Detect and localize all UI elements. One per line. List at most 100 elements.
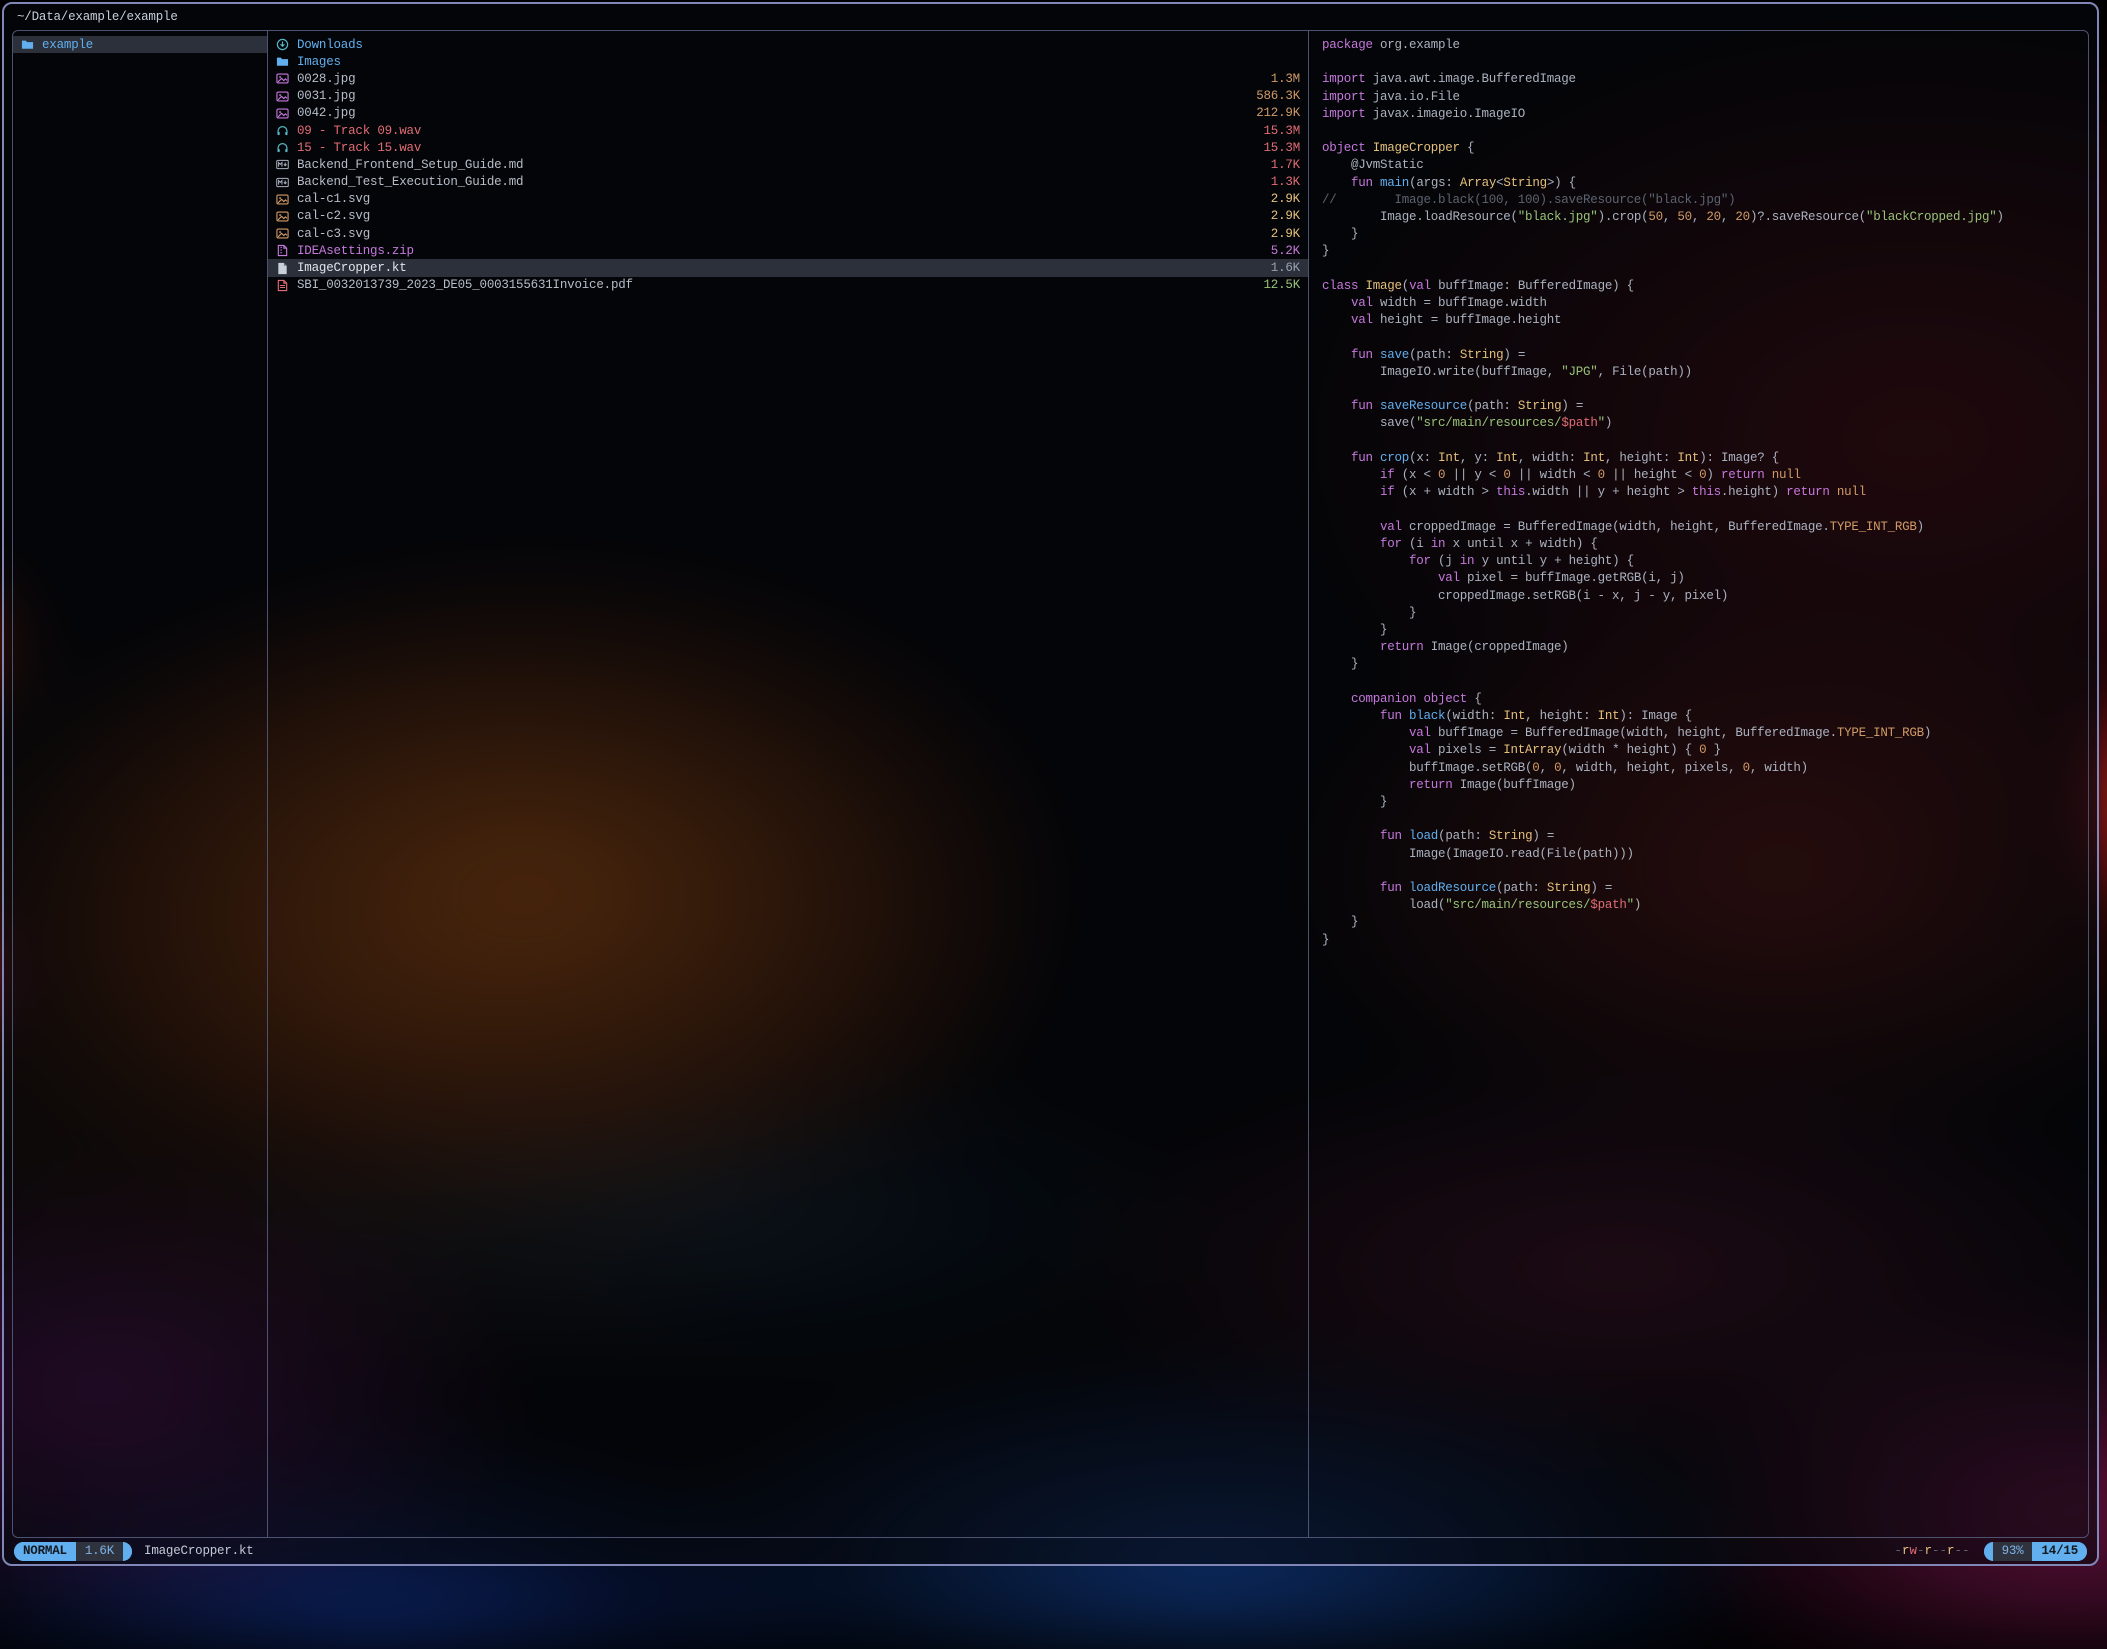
cursor-position-badge: 14/15 <box>2032 1542 2087 1561</box>
file-size: 1.3M <box>1271 72 1300 86</box>
code-line: val width = buffImage.width <box>1322 295 2075 312</box>
file-name: 15 - Track 15.wav <box>297 141 1255 155</box>
file-name: 0031.jpg <box>297 89 1248 103</box>
file-row[interactable]: 0042.jpg212.9K <box>268 105 1308 122</box>
code-line: Image.loadResource("black.jpg").crop(50,… <box>1322 209 2075 226</box>
file-name: Backend_Test_Execution_Guide.md <box>297 175 1263 189</box>
code-line: fun black(width: Int, height: Int): Imag… <box>1322 708 2075 725</box>
code-line: return Image(croppedImage) <box>1322 639 2075 656</box>
folder-icon <box>276 55 291 68</box>
code-line: for (i in x until x + width) { <box>1322 536 2075 553</box>
file-row[interactable]: ImageCropper.kt1.6K <box>268 259 1308 276</box>
file-name: Downloads <box>297 38 1292 52</box>
pill-cap <box>1984 1542 1993 1561</box>
file-name: SBI_0032013739_2023_DE05_0003155631Invoi… <box>297 278 1255 292</box>
code-line: for (j in y until y + height) { <box>1322 553 2075 570</box>
position-pill: 93% 14/15 <box>1984 1542 2087 1561</box>
image-icon <box>276 193 291 206</box>
code-line: } <box>1322 656 2075 673</box>
code-line: } <box>1322 605 2075 622</box>
file-name: IDEAsettings.zip <box>297 244 1263 258</box>
image-icon <box>276 107 291 120</box>
file-row[interactable]: Backend_Frontend_Setup_Guide.md 1.7K <box>268 156 1308 173</box>
file-size: 212.9K <box>1256 106 1300 120</box>
code-line: buffImage.setRGB(0, 0, width, height, pi… <box>1322 760 2075 777</box>
code-line: } <box>1322 794 2075 811</box>
markdown-icon <box>276 176 291 189</box>
preview-pane[interactable]: package org.example import java.awt.imag… <box>1309 31 2088 1537</box>
code-line: fun main(args: Array<String>) { <box>1322 175 2075 192</box>
file-row[interactable]: cal-c2.svg2.9K <box>268 208 1308 225</box>
file-row[interactable]: cal-c1.svg 2.9K <box>268 191 1308 208</box>
file-pane[interactable]: DownloadsImages 0028.jpg 1.3M 0031.jpg 586.3… <box>268 31 1309 1537</box>
code-line <box>1322 811 2075 828</box>
file-row[interactable]: Backend_Test_Execution_Guide.md 1.3K <box>268 174 1308 191</box>
file-size-badge: 1.6K <box>76 1542 123 1561</box>
code-line <box>1322 674 2075 691</box>
audio-icon <box>276 141 291 154</box>
code-line: object ImageCropper { <box>1322 140 2075 157</box>
code-line: load("src/main/resources/$path") <box>1322 897 2075 914</box>
permissions-text: -rw-r--r-- <box>1894 1544 1969 1558</box>
download-icon <box>276 38 291 51</box>
file-size: 1.3K <box>1271 175 1300 189</box>
file-size: 586.3K <box>1256 89 1300 103</box>
code-line: } <box>1322 226 2075 243</box>
code-line: @JvmStatic <box>1322 157 2075 174</box>
code-line: import java.io.File <box>1322 89 2075 106</box>
file-name: Backend_Frontend_Setup_Guide.md <box>297 158 1263 172</box>
file-name: cal-c3.svg <box>297 227 1263 241</box>
file-name: 0028.jpg <box>297 72 1263 86</box>
code-line: val croppedImage = BufferedImage(width, … <box>1322 519 2075 536</box>
mode-badge: NORMAL <box>14 1542 76 1561</box>
code-line: package org.example <box>1322 37 2075 54</box>
code-line: fun crop(x: Int, y: Int, width: Int, hei… <box>1322 450 2075 467</box>
file-name: 09 - Track 09.wav <box>297 124 1255 138</box>
code-line: companion object { <box>1322 691 2075 708</box>
code-line <box>1322 863 2075 880</box>
code-line <box>1322 381 2075 398</box>
file-size: 2.9K <box>1271 192 1300 206</box>
code-line: save("src/main/resources/$path") <box>1322 415 2075 432</box>
file-name: ImageCropper.kt <box>297 261 1263 275</box>
code-line: val height = buffImage.height <box>1322 312 2075 329</box>
file-row[interactable]: cal-c3.svg2.9K <box>268 225 1308 242</box>
header-bar: ~/Data/example/example <box>4 4 2097 30</box>
folder-icon <box>21 38 36 51</box>
file-name: cal-c1.svg <box>297 192 1263 206</box>
file-size: 5.2K <box>1271 244 1300 258</box>
file-name: example <box>42 38 259 52</box>
parent-pane[interactable]: example <box>13 31 268 1537</box>
image-icon <box>276 72 291 85</box>
file-row[interactable]: 0028.jpg 1.3M <box>268 70 1308 87</box>
file-row[interactable]: 09 - Track 09.wav 15.3M <box>268 122 1308 139</box>
statusbar-filename: ImageCropper.kt <box>144 1544 254 1558</box>
file-icon <box>276 262 291 275</box>
code-line: croppedImage.setRGB(i - x, j - y, pixel) <box>1322 588 2075 605</box>
code-line: fun save(path: String) = <box>1322 347 2075 364</box>
code-line: fun loadResource(path: String) = <box>1322 880 2075 897</box>
file-row[interactable]: IDEAsettings.zip 5.2K <box>268 242 1308 259</box>
file-row[interactable]: 0031.jpg 586.3K <box>268 88 1308 105</box>
image-icon <box>276 90 291 103</box>
file-row[interactable]: Images <box>268 53 1308 70</box>
code-line: val pixel = buffImage.getRGB(i, j) <box>1322 570 2075 587</box>
file-row[interactable]: Downloads <box>268 36 1308 53</box>
code-line <box>1322 261 2075 278</box>
code-line <box>1322 433 2075 450</box>
file-row[interactable]: SBI_0032013739_2023_DE05_0003155631Invoi… <box>268 277 1308 294</box>
code-line: import java.awt.image.BufferedImage <box>1322 71 2075 88</box>
file-size: 1.7K <box>1271 158 1300 172</box>
code-line: } <box>1322 932 2075 949</box>
code-line <box>1322 501 2075 518</box>
file-row[interactable]: 15 - Track 15.wav15.3M <box>268 139 1308 156</box>
breadcrumb: ~/Data/example/example <box>17 10 178 24</box>
mode-pill: NORMAL 1.6K <box>14 1542 132 1561</box>
pill-cap <box>123 1542 132 1561</box>
code-line: return Image(buffImage) <box>1322 777 2075 794</box>
file-size: 12.5K <box>1263 278 1300 292</box>
code-line <box>1322 54 2075 71</box>
parent-dir-row[interactable]: example <box>13 36 267 53</box>
code-line <box>1322 123 2075 140</box>
file-size: 15.3M <box>1263 124 1300 138</box>
